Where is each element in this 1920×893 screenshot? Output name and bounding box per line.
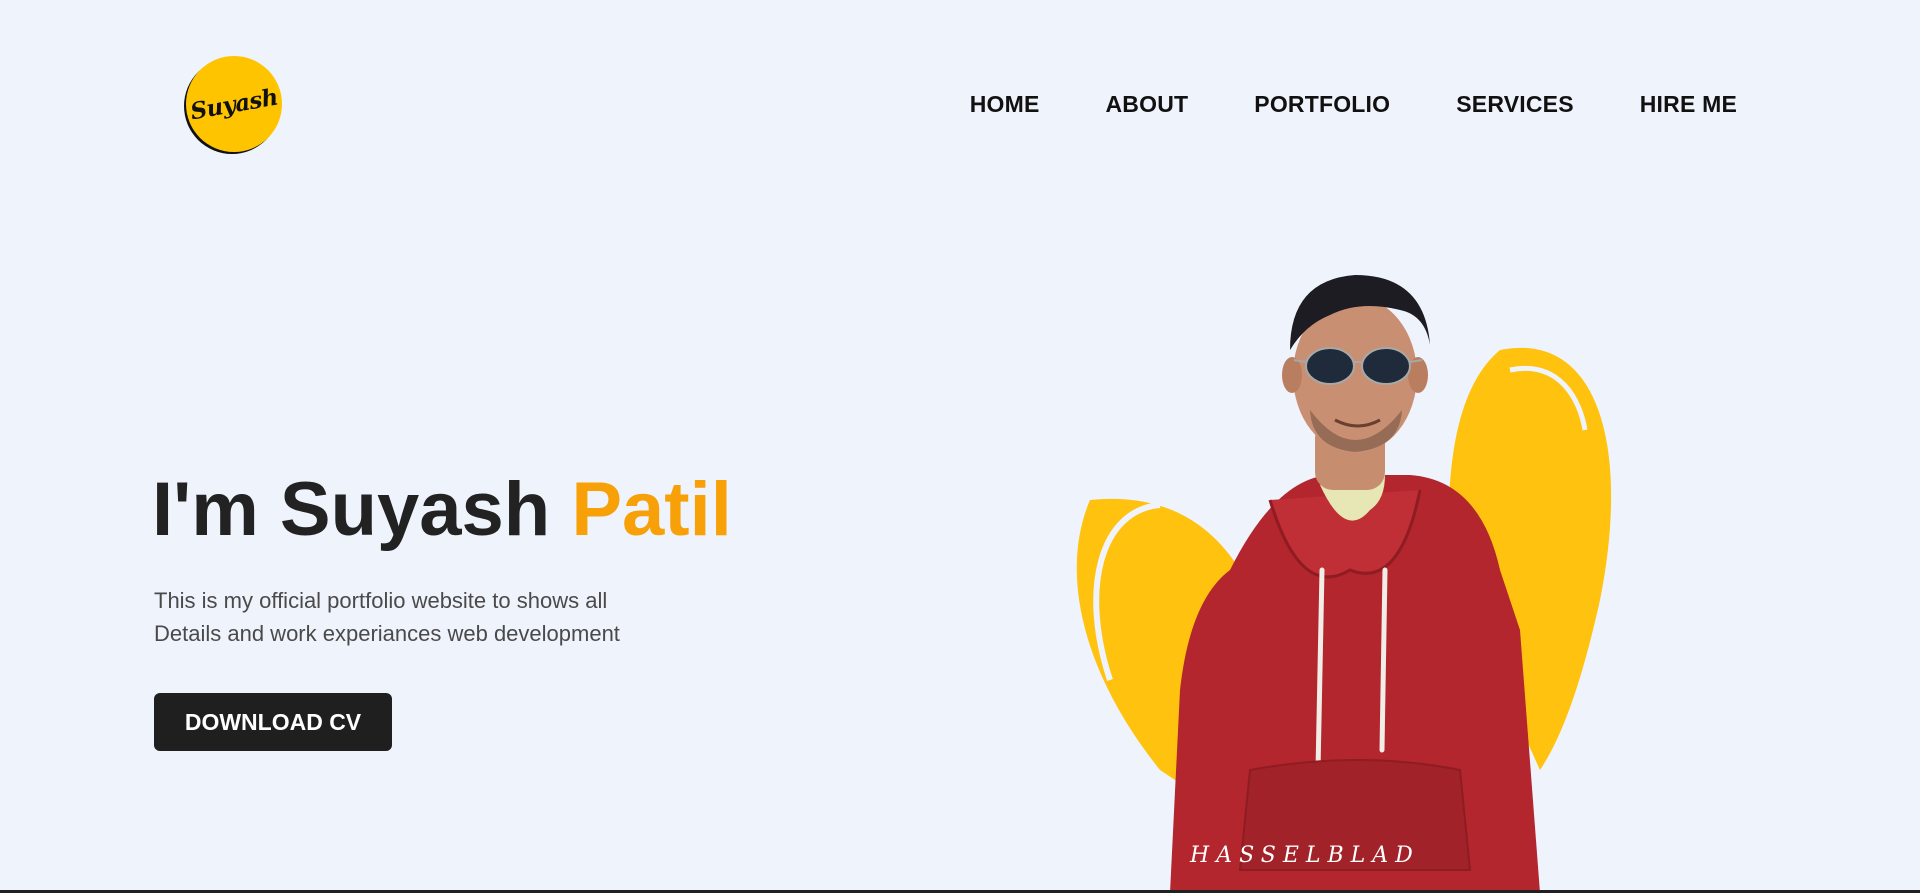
nav-hire-me[interactable]: HIRE ME	[1640, 91, 1737, 118]
hero-title-accent: Patil	[571, 467, 732, 552]
hero-title-name: I'm Suyash	[152, 467, 572, 552]
hasselblad-watermark: HASSELBLAD	[1189, 843, 1420, 868]
logo-text: Suyash	[188, 83, 280, 125]
download-cv-button[interactable]: DOWNLOAD CV	[154, 693, 392, 751]
hero-description-line-1: This is my official portfolio website to…	[154, 588, 608, 613]
nav-home[interactable]: HOME	[970, 91, 1040, 118]
portrait-illustration: HASSELBLAD	[1076, 275, 1612, 893]
main-nav: HOME ABOUT PORTFOLIO SERVICES HIRE ME	[970, 91, 1737, 118]
hero-description-line-2: Details and work experiances web develop…	[154, 621, 620, 646]
hero-title: I'm Suyash Patil	[152, 466, 732, 553]
nav-portfolio[interactable]: PORTFOLIO	[1254, 91, 1390, 118]
logo[interactable]: Suyash	[186, 56, 282, 152]
nav-about[interactable]: ABOUT	[1106, 91, 1189, 118]
hero-description: This is my official portfolio website to…	[154, 584, 714, 650]
nav-services[interactable]: SERVICES	[1456, 91, 1574, 118]
portfolio-page: Suyash HOME ABOUT PORTFOLIO SERVICES HIR…	[0, 0, 1920, 893]
